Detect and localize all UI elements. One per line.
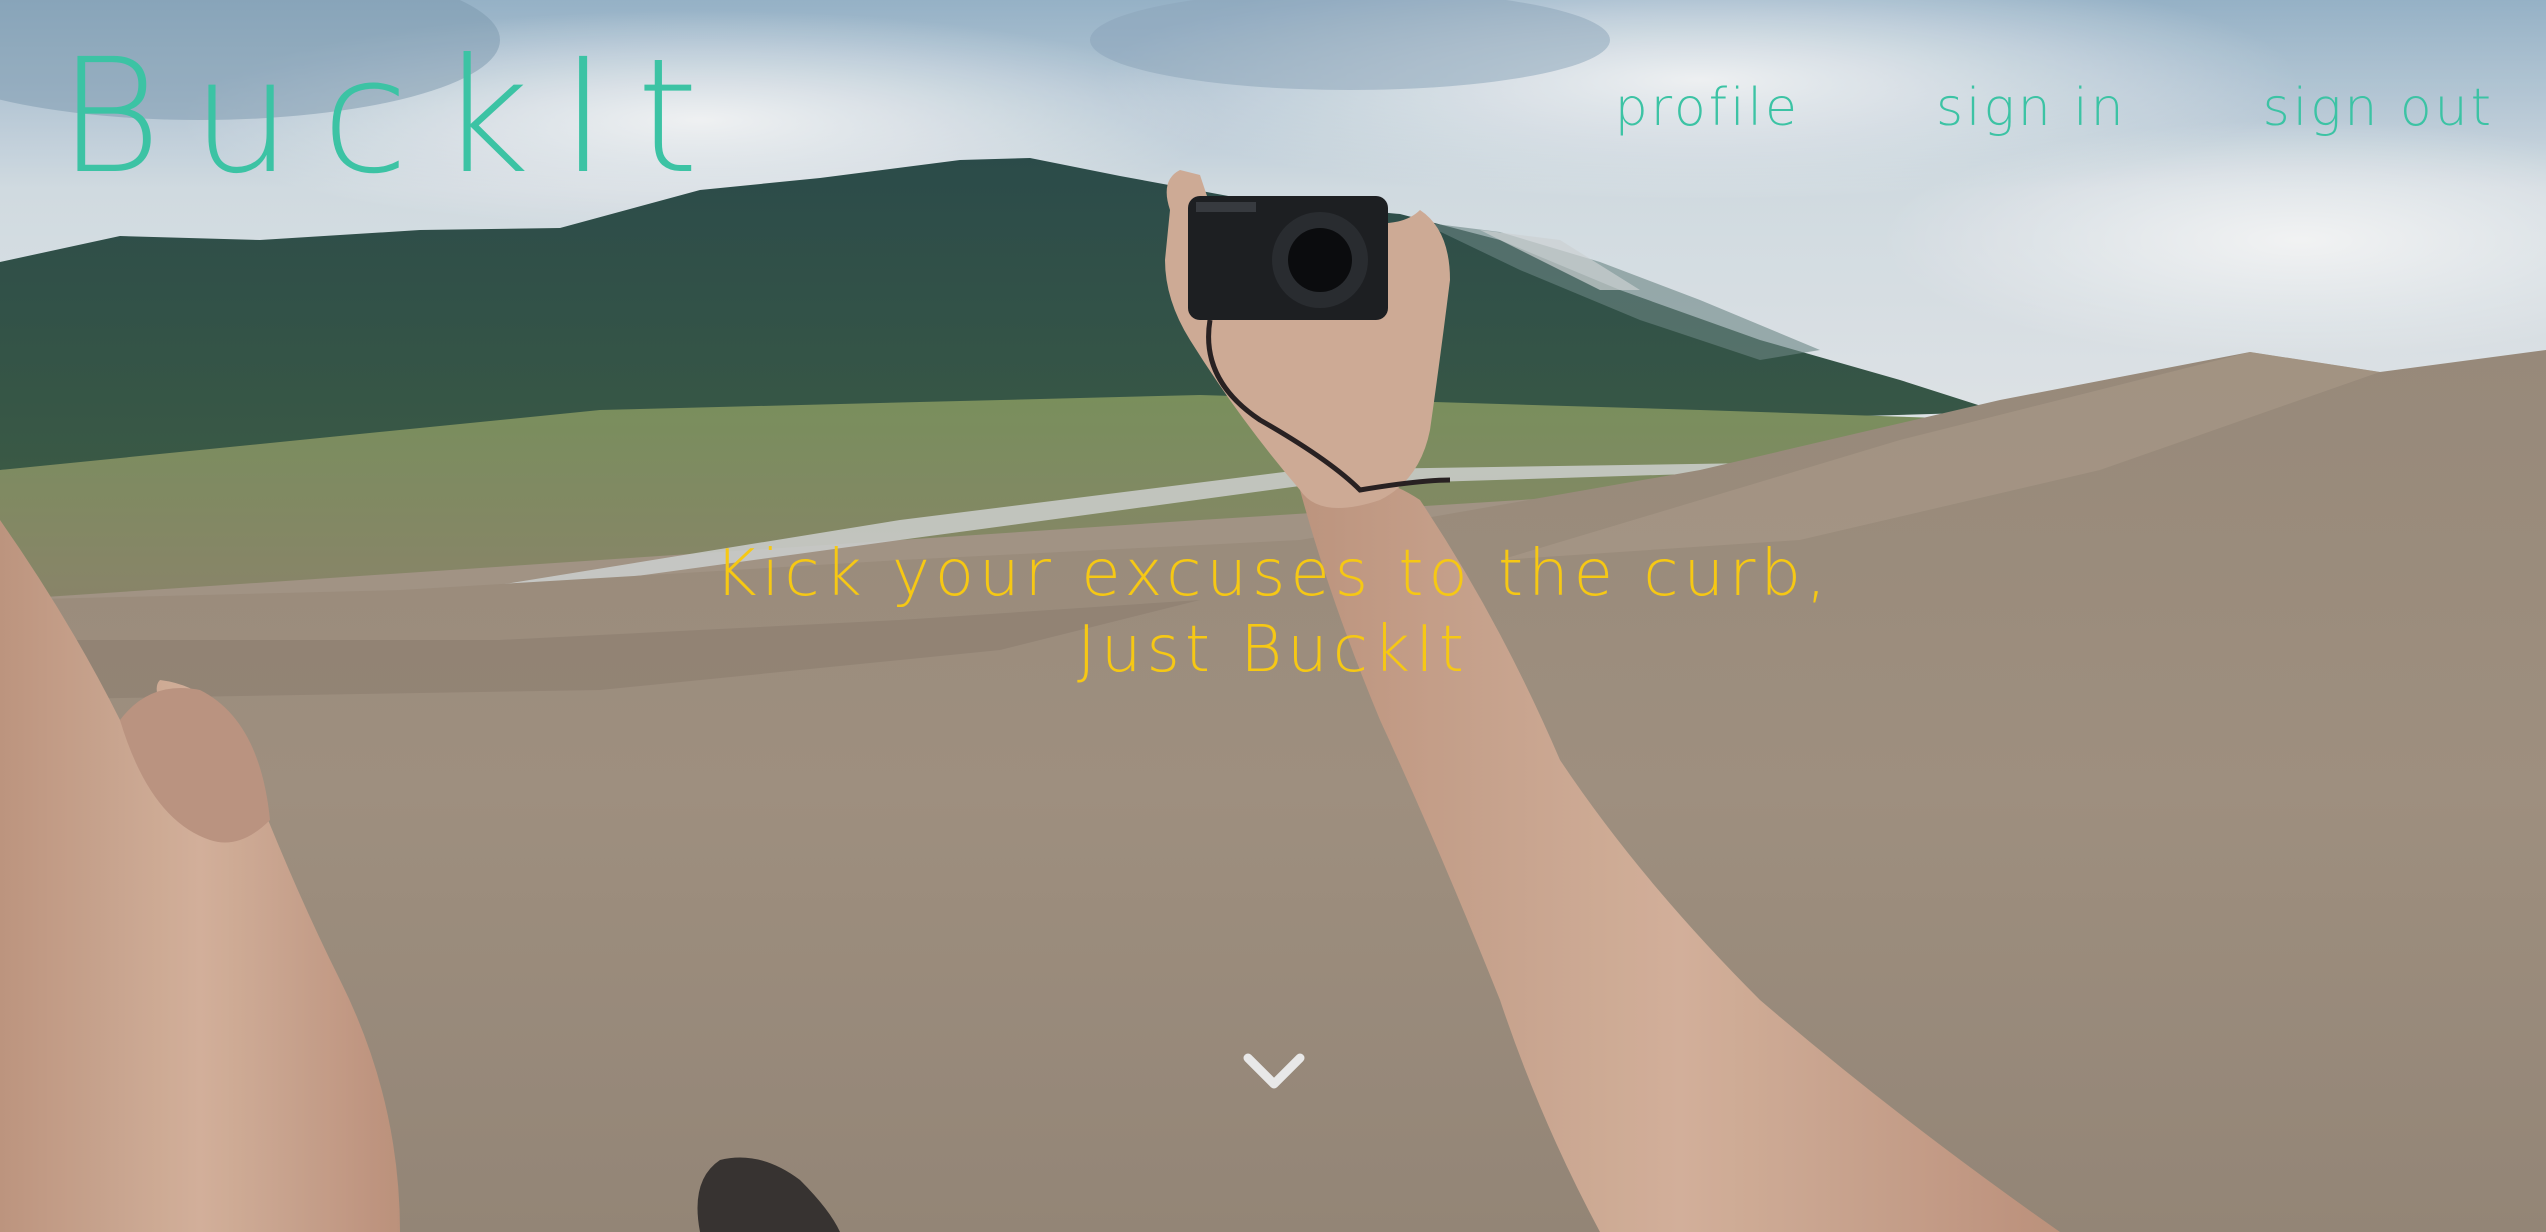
nav-sign-in-link[interactable]: sign in <box>1936 82 2127 134</box>
nav-sign-out-link[interactable]: sign out <box>2263 82 2494 134</box>
tagline-line-2: Just BuckIt <box>1077 613 1469 687</box>
tagline-line-1: Kick your excuses to the curb, <box>714 537 1832 611</box>
chevron-down-icon[interactable] <box>1240 1048 1308 1098</box>
hero-section: BuckIt profile sign in sign out Kick you… <box>0 0 2546 1232</box>
top-nav: profile sign in sign out <box>1615 82 2494 134</box>
nav-profile-link[interactable]: profile <box>1615 82 1800 134</box>
brand-logo[interactable]: BuckIt <box>58 38 729 196</box>
hero-tagline: Kick your excuses to the curb, Just Buck… <box>0 536 2546 688</box>
